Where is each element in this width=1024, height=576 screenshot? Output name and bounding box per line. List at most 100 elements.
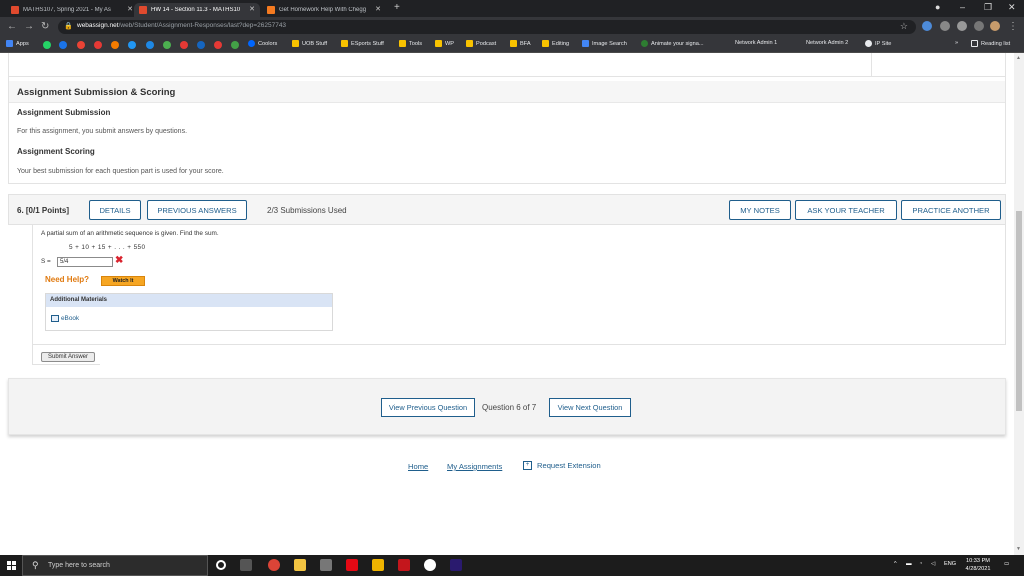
bookmark-uob-stuff[interactable]: UOB Stuff: [292, 40, 327, 47]
details-button[interactable]: DETAILS: [89, 200, 141, 220]
profile-dot-icon[interactable]: ●: [935, 2, 940, 12]
incorrect-icon: ✖: [115, 255, 124, 266]
bookmark-network-admin-1[interactable]: Network Admin 1: [735, 40, 777, 46]
minimize-icon[interactable]: –: [960, 2, 965, 12]
bookmark-editing[interactable]: Editing: [542, 40, 569, 47]
bookmark-podcast[interactable]: Podcast: [466, 40, 496, 47]
windows-start-icon[interactable]: [7, 561, 16, 570]
kebab-menu-icon[interactable]: ⋮: [1008, 21, 1018, 32]
language-indicator[interactable]: ENG: [944, 561, 956, 567]
request-extension-link[interactable]: + Request Extension: [523, 461, 601, 470]
view-next-question-button[interactable]: View Next Question: [549, 398, 631, 417]
bookmark-network-admin-2[interactable]: Network Admin 2: [806, 40, 848, 46]
bookmark-image-search[interactable]: Image Search: [582, 40, 627, 47]
restore-icon[interactable]: ❐: [984, 2, 992, 13]
extension-link-icon[interactable]: [922, 21, 932, 31]
bookmark-apps[interactable]: Apps: [6, 40, 29, 47]
bookmark-red-icon[interactable]: [180, 41, 188, 49]
screenshot-tool-icon[interactable]: [320, 559, 332, 571]
outlook-icon[interactable]: [59, 41, 67, 49]
scroll-up-icon[interactable]: ▲: [1016, 55, 1021, 61]
submit-answer-button[interactable]: Submit Answer: [41, 352, 95, 362]
notifications-icon[interactable]: ▭: [1004, 561, 1009, 567]
sticky-notes-icon[interactable]: [372, 559, 384, 571]
bookmark-esports-stuff[interactable]: ESports Stuff: [341, 40, 384, 47]
battery-icon[interactable]: ▬: [906, 561, 912, 567]
premiere-pro-icon[interactable]: [450, 559, 462, 571]
volume-icon[interactable]: ◁: [931, 561, 935, 567]
whatsapp-icon[interactable]: [43, 41, 51, 49]
reading-list-icon: [971, 40, 978, 47]
scroll-down-icon[interactable]: ▼: [1016, 546, 1021, 552]
bookmark-wp[interactable]: WP: [435, 40, 454, 47]
panel-title: Assignment Submission & Scoring: [17, 87, 176, 98]
bookmark-dark-blue-icon[interactable]: [197, 41, 205, 49]
bookmark-label: WP: [445, 40, 455, 47]
browser-toolbar: ← → ↻ 🔒 webassign.net/web/Student/Assign…: [0, 17, 1024, 37]
close-tab-icon[interactable]: ✕: [375, 5, 381, 13]
bookmark-label: IP Site: [875, 40, 892, 47]
ebook-link[interactable]: eBook: [51, 315, 79, 322]
close-window-icon[interactable]: ✕: [1008, 2, 1016, 13]
file-explorer-icon[interactable]: [294, 559, 306, 571]
red-app-icon[interactable]: [398, 559, 410, 571]
bookmark-label: BFA: [520, 40, 531, 47]
youtube-icon[interactable]: [94, 41, 102, 49]
view-previous-question-button[interactable]: View Previous Question: [381, 398, 475, 417]
bookmark-cloud-icon[interactable]: [146, 41, 154, 49]
ask-your-teacher-button[interactable]: ASK YOUR TEACHER: [795, 200, 897, 220]
question-body: A partial sum of an arithmetic sequence …: [32, 225, 1006, 345]
chrome-taskbar-icon[interactable]: [268, 559, 280, 571]
scroll-thumb[interactable]: [1016, 211, 1022, 411]
task-view-icon[interactable]: [240, 559, 252, 571]
new-tab-icon[interactable]: +: [394, 2, 400, 13]
tray-overflow-icon[interactable]: ^: [894, 561, 897, 567]
close-tab-icon[interactable]: ✕: [249, 5, 255, 13]
bookmark-coolors[interactable]: Coolors: [248, 40, 277, 47]
back-arrow-icon[interactable]: ←: [7, 21, 17, 32]
bookmarks-overflow-icon[interactable]: »: [955, 40, 958, 46]
xbox-icon[interactable]: [424, 559, 436, 571]
answer-input[interactable]: 5/4: [57, 257, 113, 267]
address-bar[interactable]: 🔒 webassign.net/web/Student/Assignment-R…: [58, 20, 916, 34]
home-link[interactable]: Home: [408, 462, 428, 471]
taskbar-search-input[interactable]: ⚲ Type here to search: [22, 555, 208, 576]
bookmark-blue-icon[interactable]: [128, 41, 136, 49]
bookmark-label: Editing: [552, 40, 570, 47]
browser-tab-3[interactable]: Get Homework Help With Chegg ✕: [262, 3, 386, 17]
bookmark-star-icon[interactable]: ☆: [900, 21, 908, 32]
bookmark-tools[interactable]: Tools: [399, 40, 422, 47]
answer-label: S =: [41, 258, 51, 265]
browser-tab-2-active[interactable]: HW 14 - Section 11.3 - MATHS10 ✕: [134, 3, 260, 17]
watch-it-button[interactable]: Watch It: [101, 276, 145, 286]
bookmark-animate-signature[interactable]: Animate your signa...: [641, 40, 704, 47]
bookmark-ip-site[interactable]: IP Site: [865, 40, 891, 47]
forward-arrow-icon[interactable]: →: [24, 21, 34, 32]
close-tab-icon[interactable]: ✕: [127, 5, 133, 13]
bookmark-green-icon[interactable]: [163, 41, 171, 49]
apps-grid-icon: [6, 40, 13, 47]
my-notes-button[interactable]: MY NOTES: [729, 200, 791, 220]
cortana-icon[interactable]: [216, 560, 226, 570]
reading-mode-icon[interactable]: [974, 21, 984, 31]
reading-list[interactable]: Reading list: [971, 40, 1010, 47]
my-assignments-link[interactable]: My Assignments: [447, 462, 502, 471]
bookmark-orange-icon[interactable]: [111, 41, 119, 49]
bookmark-bfa[interactable]: BFA: [510, 40, 531, 47]
extensions-puzzle-icon[interactable]: [957, 21, 967, 31]
bookmark-green2-icon[interactable]: [231, 41, 239, 49]
bookmark-red2-icon[interactable]: [214, 41, 222, 49]
gmail-icon[interactable]: [77, 41, 85, 49]
taskbar-clock[interactable]: 10:33 PM 4/28/2021: [958, 557, 998, 573]
extension-camera-icon[interactable]: [940, 21, 950, 31]
wifi-icon[interactable]: ◔: [919, 561, 922, 567]
tab-title: Get Homework Help With Chegg: [279, 7, 367, 13]
previous-answers-button[interactable]: PREVIOUS ANSWERS: [147, 200, 247, 220]
coolors-icon: [248, 40, 255, 47]
netflix-icon[interactable]: [346, 559, 358, 571]
page-scrollbar[interactable]: ▲ ▼: [1014, 53, 1024, 555]
practice-another-button[interactable]: PRACTICE ANOTHER: [901, 200, 1001, 220]
reload-icon[interactable]: ↻: [41, 21, 49, 32]
browser-tab-1[interactable]: MATHS107, Spring 2021 - My As ✕: [6, 3, 138, 17]
avatar[interactable]: [990, 21, 1000, 31]
